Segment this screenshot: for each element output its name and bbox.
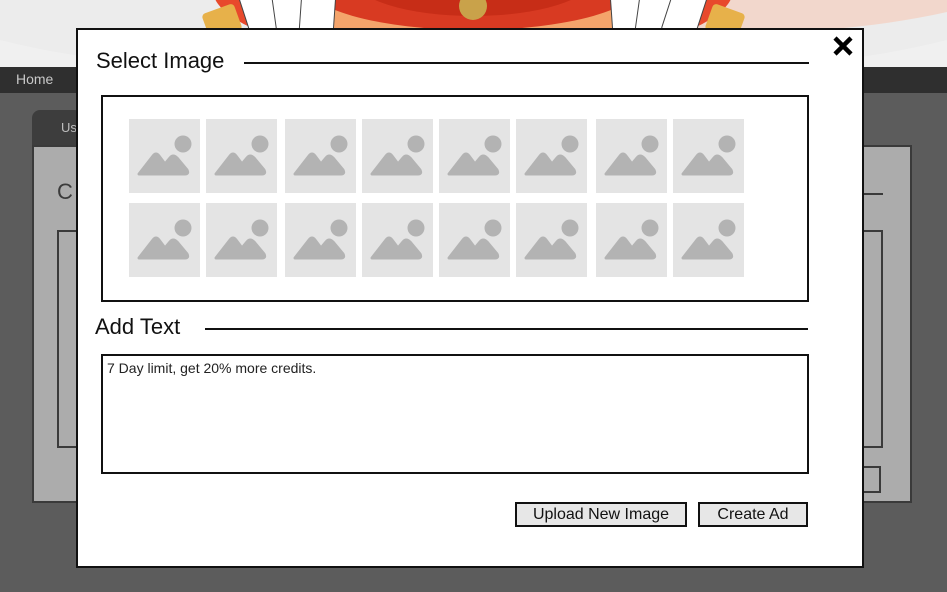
image-placeholder-icon [293,219,348,260]
background-tab-label: Us [61,120,77,135]
background-small-box [862,466,881,493]
ad-text-input[interactable]: 7 Day limit, get 20% more credits. [101,354,809,474]
image-thumbnail[interactable] [596,203,667,277]
image-placeholder-icon [447,219,502,260]
image-thumbnail[interactable] [673,203,744,277]
image-thumbnail[interactable] [206,203,277,277]
image-thumbnail[interactable] [362,203,433,277]
image-placeholder-icon [370,135,425,176]
select-image-title: Select Image [96,48,225,74]
image-placeholder-icon [447,135,502,176]
image-thumbnail[interactable] [285,203,356,277]
add-text-title: Add Text [95,314,181,340]
image-thumbnail[interactable] [129,203,200,277]
upload-new-image-button[interactable]: Upload New Image [515,502,687,527]
close-icon[interactable] [831,34,855,58]
image-placeholder-icon [137,135,192,176]
image-thumbnail[interactable] [439,119,510,193]
background-panel-title: C [57,179,73,204]
select-image-rule [244,62,809,64]
add-text-rule [205,328,808,330]
background-box-right [862,230,883,448]
image-thumbnail[interactable] [439,203,510,277]
image-placeholder-icon [214,219,269,260]
image-thumbnail[interactable] [596,119,667,193]
image-placeholder-icon [524,219,579,260]
nav-item-home[interactable]: Home [16,71,53,87]
image-thumbnail[interactable] [516,203,587,277]
image-thumbnail[interactable] [285,119,356,193]
image-thumbnail[interactable] [516,119,587,193]
image-placeholder-icon [604,219,659,260]
image-placeholder-icon [681,219,736,260]
image-placeholder-icon [370,219,425,260]
background-rule [864,193,883,195]
image-placeholder-icon [604,135,659,176]
image-thumbnail[interactable] [206,119,277,193]
image-placeholder-icon [137,219,192,260]
image-placeholder-icon [681,135,736,176]
image-thumbnail[interactable] [673,119,744,193]
image-thumbnail[interactable] [129,119,200,193]
image-placeholder-icon [524,135,579,176]
image-thumbnail[interactable] [362,119,433,193]
create-ad-button[interactable]: Create Ad [698,502,808,527]
image-placeholder-icon [293,135,348,176]
image-placeholder-icon [214,135,269,176]
